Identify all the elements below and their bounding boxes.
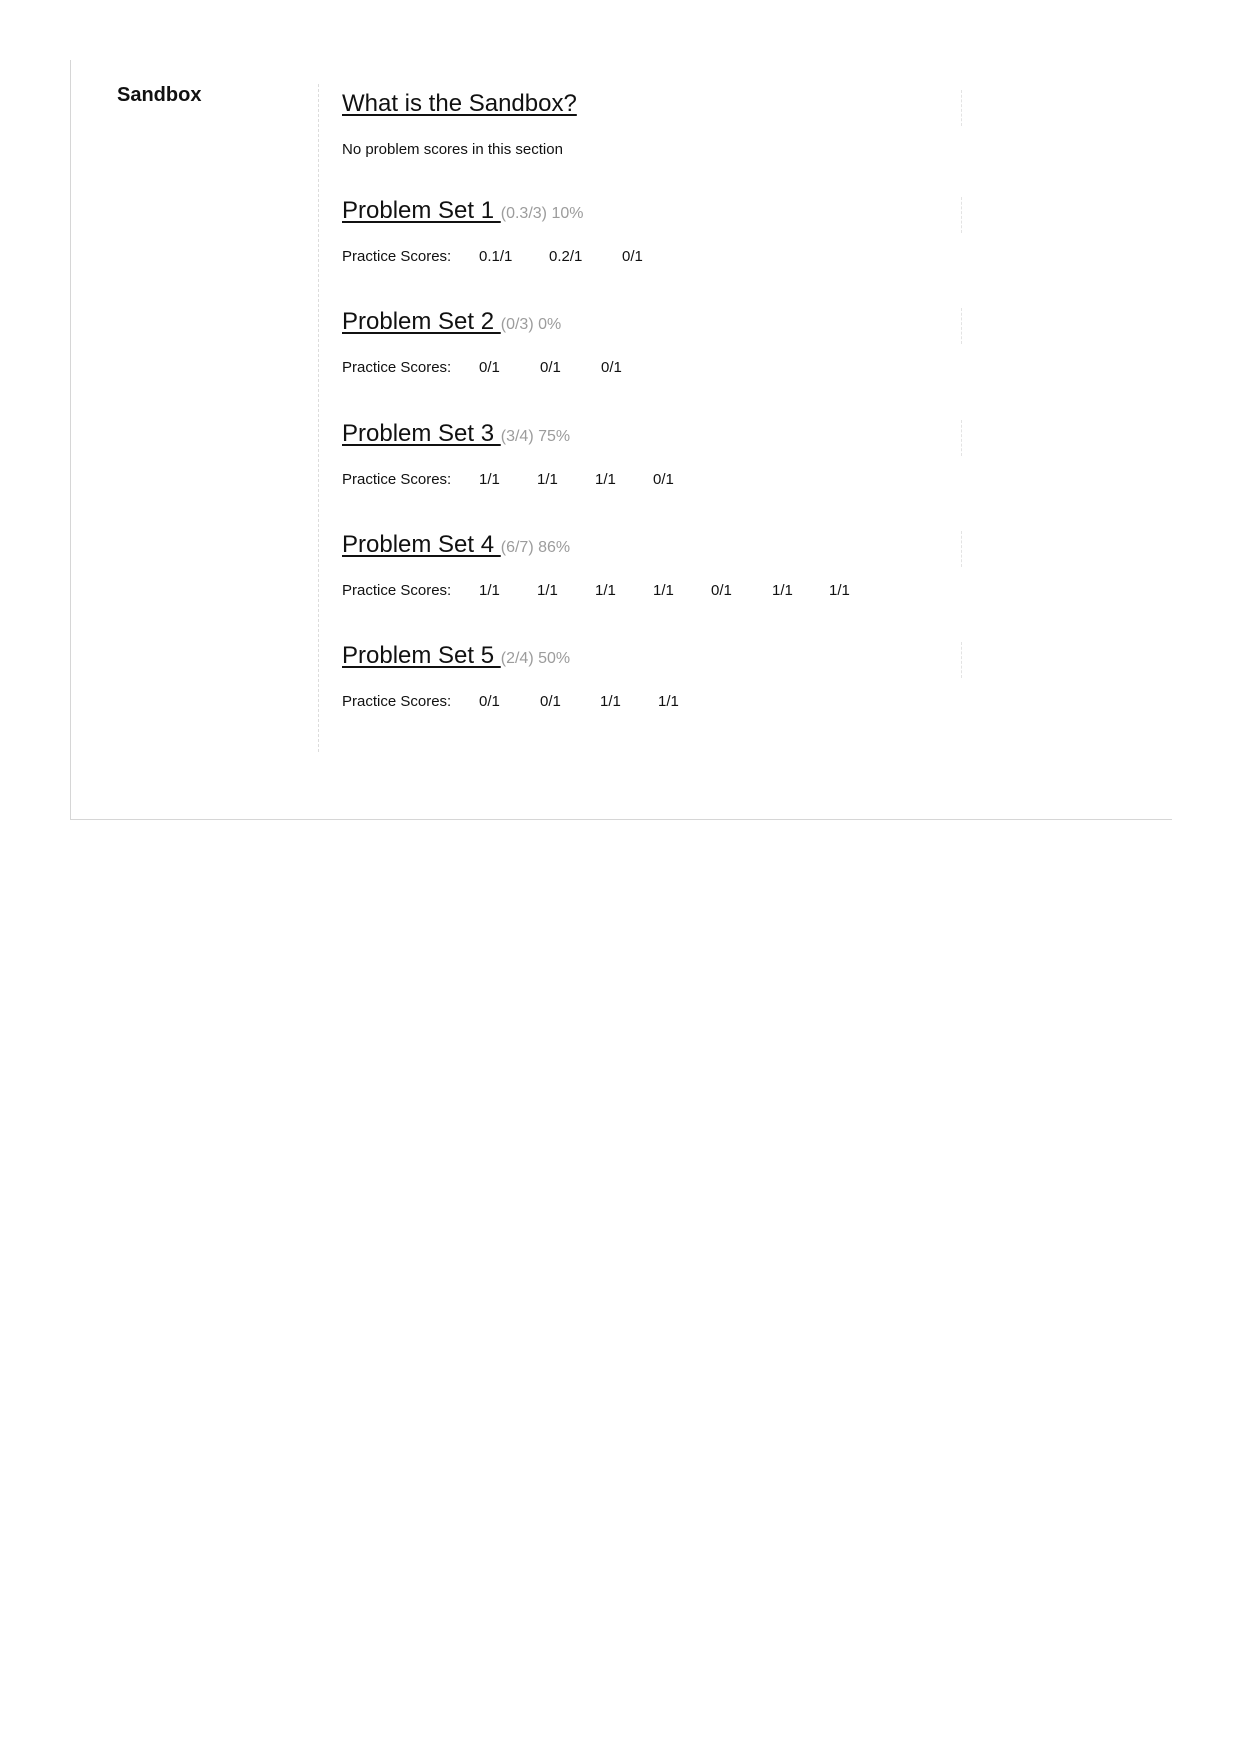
problem-score: 0/1 — [540, 359, 561, 376]
section-what-is-sandbox: What is the Sandbox? No problem scores i… — [342, 90, 962, 158]
section-link[interactable]: Problem Set 3 — [342, 420, 501, 447]
problem-score: 1/1 — [595, 582, 616, 599]
section-link[interactable]: Problem Set 2 — [342, 308, 501, 335]
section-score-summary: (6/7) 86% — [500, 539, 571, 556]
section-score-summary: (3/4) 75% — [500, 428, 571, 445]
chapter-title: Sandbox — [117, 84, 202, 106]
section-link[interactable]: Problem Set 4 — [342, 531, 501, 558]
practice-scores-label: Practice Scores: — [342, 471, 452, 488]
problem-score: 0/1 — [601, 359, 622, 376]
section-problem-set-3: Problem Set 3 (3/4) 75% Practice Scores:… — [342, 420, 962, 491]
section-score-summary: (0/3) 0% — [500, 316, 562, 333]
problem-score: 0/1 — [653, 471, 674, 488]
section-link[interactable]: Problem Set 5 — [342, 642, 501, 669]
problem-score: 0/1 — [711, 582, 732, 599]
problem-score: 1/1 — [772, 582, 793, 599]
practice-scores-label: Practice Scores: — [342, 693, 452, 710]
problem-score: 1/1 — [653, 582, 674, 599]
section-score-summary: (2/4) 50% — [500, 650, 571, 667]
section-header: Problem Set 1 (0.3/3) 10% — [342, 197, 962, 235]
problem-score: 1/1 — [479, 582, 500, 599]
section-header: Problem Set 2 (0/3) 0% — [342, 308, 962, 346]
problem-score: 1/1 — [537, 471, 558, 488]
problem-score: 0/1 — [479, 359, 500, 376]
section-header: Problem Set 4 (6/7) 86% — [342, 531, 962, 569]
practice-scores-label: Practice Scores: — [342, 248, 452, 265]
problem-score: 0.1/1 — [479, 248, 513, 265]
section-link[interactable]: Problem Set 1 — [342, 197, 501, 224]
no-scores-message: No problem scores in this section — [342, 141, 563, 158]
section-link[interactable]: What is the Sandbox? — [342, 90, 577, 117]
practice-scores-row: Practice Scores: 0/1 0/1 0/1 — [342, 359, 962, 379]
practice-scores-label: Practice Scores: — [342, 359, 452, 376]
section-problem-set-1: Problem Set 1 (0.3/3) 10% Practice Score… — [342, 197, 962, 268]
practice-scores-row: Practice Scores: 0.1/1 0.2/1 0/1 — [342, 248, 962, 268]
problem-score: 0/1 — [540, 693, 561, 710]
problem-score: 1/1 — [595, 471, 616, 488]
section-score-summary: (0.3/3) 10% — [500, 205, 584, 222]
problem-score: 0/1 — [622, 248, 643, 265]
sections-list: What is the Sandbox? No problem scores i… — [318, 84, 962, 752]
section-header: Problem Set 5 (2/4) 50% — [342, 642, 962, 680]
problem-score: 1/1 — [479, 471, 500, 488]
section-header: What is the Sandbox? — [342, 90, 962, 128]
section-problem-set-2: Problem Set 2 (0/3) 0% Practice Scores: … — [342, 308, 962, 379]
practice-scores-row: Practice Scores: 0/1 0/1 1/1 1/1 — [342, 693, 962, 713]
practice-scores-row: Practice Scores: 1/1 1/1 1/1 0/1 — [342, 471, 962, 491]
problem-score: 0/1 — [479, 693, 500, 710]
section-header: Problem Set 3 (3/4) 75% — [342, 420, 962, 458]
problem-score: 1/1 — [600, 693, 621, 710]
problem-score: 1/1 — [537, 582, 558, 599]
section-problem-set-5: Problem Set 5 (2/4) 50% Practice Scores:… — [342, 642, 962, 713]
problem-score: 1/1 — [829, 582, 850, 599]
practice-scores-row: Practice Scores: 1/1 1/1 1/1 1/1 0/1 1/1… — [342, 582, 962, 602]
problem-score: 1/1 — [658, 693, 679, 710]
section-problem-set-4: Problem Set 4 (6/7) 86% Practice Scores:… — [342, 531, 962, 602]
problem-score: 0.2/1 — [549, 248, 583, 265]
practice-scores-label: Practice Scores: — [342, 582, 452, 599]
